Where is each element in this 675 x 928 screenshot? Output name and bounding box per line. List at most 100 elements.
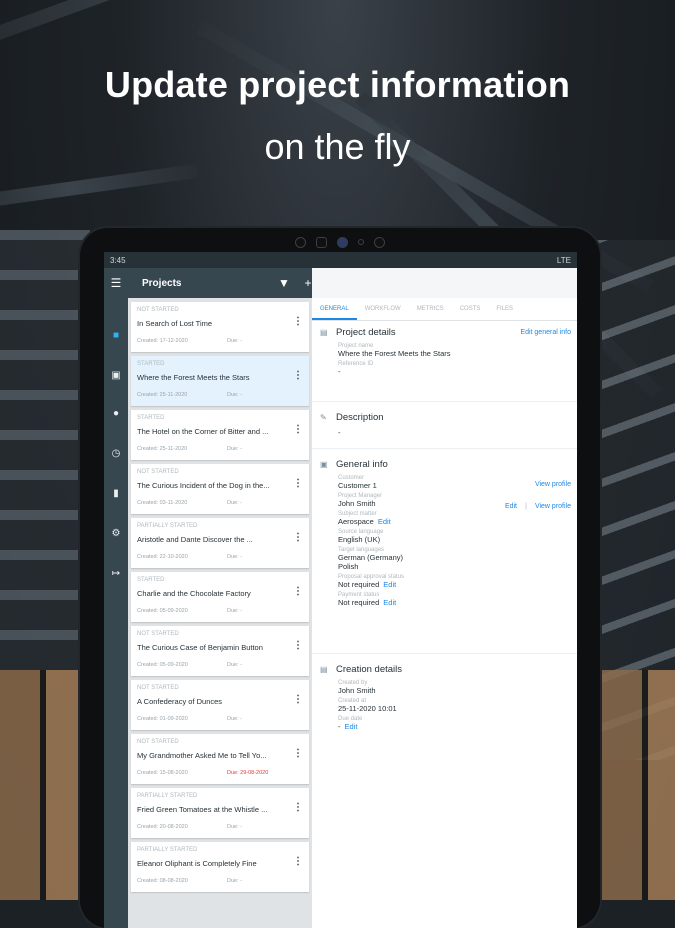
section-description: ✎ Description - <box>312 406 577 449</box>
project-name: Eleanor Oliphant is Completely Fine <box>137 859 257 868</box>
field-value: - <box>338 428 341 437</box>
section-general-info: ▣ General info Customer Customer 1 View … <box>312 453 577 654</box>
project-card[interactable]: NOT STARTED In Search of Lost Time Creat… <box>131 302 309 352</box>
section-project-details: ▤ Project details Edit general info Proj… <box>312 321 577 402</box>
project-due: Due: - <box>227 716 242 722</box>
field-value: Not required <box>338 580 380 589</box>
project-created: Created: 25-11-2020 <box>137 392 188 398</box>
project-card[interactable]: STARTED The Hotel on the Corner of Bitte… <box>131 410 309 460</box>
project-card[interactable]: NOT STARTED A Confederacy of Dunces Crea… <box>131 680 309 730</box>
project-status: NOT STARTED <box>137 685 179 691</box>
app-bar: ☰ Projects ▼ + <box>104 268 577 298</box>
project-card[interactable]: PARTIALLY STARTED Aristotle and Dante Di… <box>131 518 309 568</box>
more-icon[interactable]: ⋮ <box>293 586 303 597</box>
tab-workflow[interactable]: WORKFLOW <box>357 298 409 320</box>
edit-link[interactable]: Edit <box>378 517 391 526</box>
field-value: 25-11-2020 10:01 <box>338 704 397 713</box>
more-icon[interactable]: ⋮ <box>293 316 303 327</box>
more-icon[interactable]: ⋮ <box>293 424 303 435</box>
project-created: Created: 08-08-2020 <box>137 878 188 884</box>
edit-link[interactable]: Edit <box>383 598 396 607</box>
more-icon[interactable]: ⋮ <box>293 694 303 705</box>
section-title: Creation details <box>336 663 403 675</box>
view-profile-link[interactable]: View profile <box>535 503 571 510</box>
project-due: Due: - <box>227 662 242 668</box>
tab-costs[interactable]: COSTS <box>452 298 489 320</box>
headline-title: Update project information <box>104 64 571 105</box>
project-due: Due: - <box>227 338 242 344</box>
project-card[interactable]: NOT STARTED The Curious Case of Benjamin… <box>131 626 309 676</box>
project-card[interactable]: PARTIALLY STARTED Fried Green Tomatoes a… <box>131 788 309 838</box>
camera-icon <box>337 236 348 248</box>
project-due-overdue: Due: 29-08-2020 <box>227 770 269 776</box>
section-title: Project details <box>336 326 396 338</box>
project-due: Due: - <box>227 446 242 452</box>
project-status: PARTIALLY STARTED <box>137 793 198 799</box>
tablet-device: 3:45 LTE ☰ Projects ▼ + ■ ▣ ● ◷ ▮ ⚙ ↦ NO… <box>80 228 600 928</box>
edit-link[interactable]: Edit <box>383 580 396 589</box>
more-icon[interactable]: ⋮ <box>293 802 303 813</box>
project-status: NOT STARTED <box>137 307 179 313</box>
project-created: Created: 25-11-2020 <box>137 446 188 452</box>
view-profile-link[interactable]: View profile <box>535 481 571 488</box>
gear-icon[interactable]: ⚙ <box>110 528 122 540</box>
edit-link[interactable]: Edit <box>505 503 517 510</box>
edit-link[interactable]: Edit <box>345 722 358 731</box>
project-created: Created: 17-12-2020 <box>137 338 188 344</box>
edit-general-info-link[interactable]: Edit general info <box>520 329 571 336</box>
filter-icon[interactable]: ▼ <box>272 276 296 290</box>
project-status: STARTED <box>137 577 165 583</box>
project-status: PARTIALLY STARTED <box>137 523 198 529</box>
tab-metrics[interactable]: METRICS <box>409 298 452 320</box>
project-card[interactable]: NOT STARTED My Grandmother Asked Me to T… <box>131 734 309 784</box>
section-title: Description <box>336 411 384 423</box>
more-icon[interactable]: ⋮ <box>293 640 303 651</box>
detail-header <box>312 268 577 298</box>
project-card-selected[interactable]: STARTED Where the Forest Meets the Stars… <box>131 356 309 406</box>
project-created: Created: 01-09-2020 <box>137 716 188 722</box>
more-icon[interactable]: ⋮ <box>293 532 303 543</box>
field-value: Aerospace <box>338 517 374 526</box>
more-icon[interactable]: ⋮ <box>293 370 303 381</box>
people-icon[interactable]: ● <box>110 408 122 420</box>
project-created: Created: 05-09-2020 <box>137 662 188 668</box>
detail-tabs: GENERAL WORKFLOW METRICS COSTS FILES <box>312 298 577 321</box>
project-due: Due: - <box>227 878 242 884</box>
menu-icon[interactable]: ☰ <box>104 276 128 290</box>
headline-subtitle: on the fly <box>264 126 411 167</box>
project-due: Due: - <box>227 824 242 830</box>
project-due: Due: - <box>227 554 242 560</box>
section-title: General info <box>336 458 388 470</box>
inbox-icon[interactable]: ▣ <box>110 370 122 382</box>
separator: | <box>525 503 527 510</box>
project-status: PARTIALLY STARTED <box>137 847 198 853</box>
app-screen: 3:45 LTE ☰ Projects ▼ + ■ ▣ ● ◷ ▮ ⚙ ↦ NO… <box>104 252 577 928</box>
project-created: Created: 22-10-2020 <box>137 554 188 560</box>
project-name: A Confederacy of Dunces <box>137 697 223 706</box>
field-value: - <box>338 722 341 731</box>
field-value: - <box>338 367 341 376</box>
status-bar: 3:45 LTE <box>104 252 577 268</box>
list-icon: ▤ <box>320 664 328 674</box>
clock-icon[interactable]: ◷ <box>110 448 122 460</box>
project-name: Fried Green Tomatoes at the Whistle ... <box>137 805 268 814</box>
project-card[interactable]: NOT STARTED The Curious Incident of the … <box>131 464 309 514</box>
more-icon[interactable]: ⋮ <box>293 478 303 489</box>
field-value: Polish <box>338 562 359 571</box>
project-list: NOT STARTED In Search of Lost Time Creat… <box>128 298 312 928</box>
project-created: Created: 20-08-2020 <box>137 824 188 830</box>
project-name: Where the Forest Meets the Stars <box>137 373 250 382</box>
project-name: Charlie and the Chocolate Factory <box>137 589 251 598</box>
tab-general[interactable]: GENERAL <box>312 298 357 320</box>
document-icon: ▤ <box>320 327 328 337</box>
more-icon[interactable]: ⋮ <box>293 856 303 867</box>
project-status: STARTED <box>137 415 165 421</box>
more-icon[interactable]: ⋮ <box>293 748 303 759</box>
export-icon[interactable]: ↦ <box>110 568 122 580</box>
file-icon[interactable]: ▮ <box>110 488 122 500</box>
document-icon[interactable]: ■ <box>110 330 122 342</box>
tab-files[interactable]: FILES <box>488 298 521 320</box>
project-card[interactable]: STARTED Charlie and the Chocolate Factor… <box>131 572 309 622</box>
project-name: The Curious Case of Benjamin Button <box>137 643 263 652</box>
project-card[interactable]: PARTIALLY STARTED Eleanor Oliphant is Co… <box>131 842 309 892</box>
